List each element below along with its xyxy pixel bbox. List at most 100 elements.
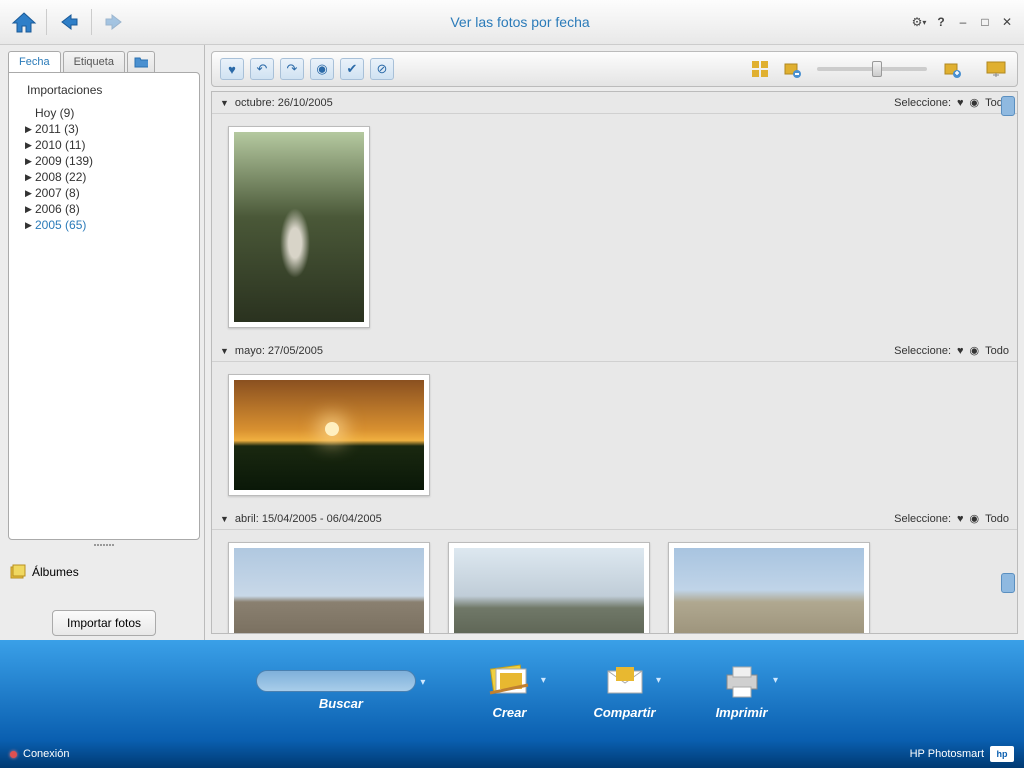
tree-item[interactable]: ▶2005 (65) [17, 217, 191, 233]
tab-fecha[interactable]: Fecha [8, 51, 61, 72]
expand-arrow-icon: ▶ [25, 140, 35, 151]
photo-image [454, 548, 644, 634]
close-button[interactable]: ✕ [998, 13, 1016, 31]
tree-item[interactable]: ▶2009 (139) [17, 153, 191, 169]
main-area: ♥ ↶ ↷ ◉ ✔ ⊘ ▼ octubre: 26/10/2005 [205, 45, 1024, 640]
share-button[interactable]: Compartir ▾ [593, 661, 655, 720]
title-bar: Ver las fotos por fecha ⚙▾ ? – □ ✕ [0, 0, 1024, 45]
hp-logo-icon: hp [990, 746, 1014, 762]
brand: HP Photosmart hp [910, 746, 1014, 762]
photo-thumbnail[interactable] [668, 542, 870, 634]
approve-button[interactable]: ✔ [340, 58, 364, 80]
photo-image [234, 380, 424, 490]
help-button[interactable]: ? [932, 13, 950, 31]
settings-button[interactable]: ⚙▾ [910, 13, 928, 31]
chevron-down-icon[interactable]: ▾ [541, 675, 546, 686]
tag-small-icon[interactable]: ◉ [970, 512, 980, 525]
close-icon: ✕ [1002, 15, 1012, 29]
grid-icon [751, 60, 769, 78]
minimize-button[interactable]: – [954, 13, 972, 31]
share-label: Compartir [593, 705, 655, 720]
rotate-right-button[interactable]: ↷ [280, 58, 304, 80]
collapse-icon[interactable]: ▼ [220, 514, 229, 524]
connection-status-icon [10, 751, 17, 758]
import-photos-button[interactable]: Importar fotos [52, 610, 156, 636]
select-label: Seleccione: [894, 345, 951, 357]
tree-item-label: 2007 (8) [35, 186, 80, 200]
maximize-icon: □ [981, 15, 988, 29]
tree-item[interactable]: ▶2006 (8) [17, 201, 191, 217]
create-button[interactable]: Crear ▾ [485, 661, 533, 720]
resize-handle[interactable] [48, 544, 160, 550]
albums-row[interactable]: Álbumes [8, 558, 200, 586]
search-item: ▾ Buscar [256, 670, 425, 711]
tag-icon: ◉ [316, 61, 327, 77]
tree-item[interactable]: ▶2008 (22) [17, 169, 191, 185]
tree-item-label: 2005 (65) [35, 218, 86, 232]
maximize-button[interactable]: □ [976, 13, 994, 31]
collapse-icon[interactable]: ▼ [220, 98, 229, 108]
tag-small-icon[interactable]: ◉ [970, 96, 980, 109]
group-title: mayo: 27/05/2005 [235, 345, 323, 357]
heart-icon[interactable]: ♥ [957, 513, 964, 525]
zoom-slider[interactable] [817, 67, 927, 71]
photo-thumbnail[interactable] [228, 374, 430, 496]
photo-thumbnail[interactable] [228, 126, 370, 328]
collapse-icon[interactable]: ▼ [220, 346, 229, 356]
slideshow-button[interactable] [983, 58, 1009, 80]
photo-thumbnail[interactable] [228, 542, 430, 634]
zoom-out-icon [783, 60, 801, 78]
share-icon [601, 661, 649, 701]
window-controls: ⚙▾ ? – □ ✕ [910, 13, 1016, 31]
printer-icon [718, 661, 766, 701]
photo-image [234, 548, 424, 634]
forward-button[interactable] [98, 6, 130, 38]
tab-etiqueta[interactable]: Etiqueta [63, 51, 125, 72]
rotate-left-button[interactable]: ↶ [250, 58, 274, 80]
tree-item-label: 2006 (8) [35, 202, 80, 216]
tag-small-icon[interactable]: ◉ [970, 344, 980, 357]
chevron-down-icon[interactable]: ▾ [656, 675, 661, 686]
expand-arrow-icon: ▶ [25, 172, 35, 183]
question-icon: ? [937, 15, 944, 29]
sidebar: Fecha Etiqueta Importaciones Hoy (9)▶201… [0, 45, 205, 640]
chevron-down-icon[interactable]: ▾ [773, 675, 778, 686]
zoom-out-button[interactable] [779, 58, 805, 80]
favorite-button[interactable]: ♥ [220, 58, 244, 80]
back-button[interactable] [53, 6, 85, 38]
heart-icon: ♥ [228, 62, 236, 77]
slider-thumb[interactable] [872, 61, 882, 77]
search-input[interactable] [256, 670, 416, 692]
tag-button[interactable]: ◉ [310, 58, 334, 80]
check-icon: ✔ [347, 61, 358, 77]
gear-icon: ⚙ [912, 15, 923, 29]
grid-view-button[interactable] [747, 58, 773, 80]
tree-item[interactable]: ▶2010 (11) [17, 137, 191, 153]
scroll-marker[interactable] [1001, 96, 1015, 116]
chevron-down-icon[interactable]: ▾ [420, 677, 425, 688]
connection-label: Conexión [23, 748, 69, 760]
scroll-track[interactable] [1001, 92, 1015, 633]
brand-label: HP Photosmart [910, 748, 984, 760]
select-label: Seleccione: [894, 97, 951, 109]
tree-item[interactable]: ▶2007 (8) [17, 185, 191, 201]
reject-button[interactable]: ⊘ [370, 58, 394, 80]
tab-folder[interactable] [127, 51, 155, 72]
expand-arrow-icon: ▶ [25, 188, 35, 199]
tree-item[interactable]: Hoy (9) [17, 105, 191, 121]
scroll-marker[interactable] [1001, 573, 1015, 593]
folder-icon [134, 56, 148, 68]
zoom-in-button[interactable] [939, 58, 965, 80]
tree-item[interactable]: ▶2011 (3) [17, 121, 191, 137]
photo-thumbnail[interactable] [448, 542, 650, 634]
select-label: Seleccione: [894, 513, 951, 525]
status-bar: Conexión HP Photosmart hp [0, 740, 1024, 768]
heart-icon[interactable]: ♥ [957, 345, 964, 357]
prohibit-icon: ⊘ [377, 61, 388, 77]
thumbnail-row [212, 114, 1017, 340]
home-button[interactable] [8, 6, 40, 38]
tree-item-label: Hoy (9) [35, 106, 74, 120]
heart-icon[interactable]: ♥ [957, 97, 964, 109]
print-button[interactable]: Imprimir ▾ [716, 661, 768, 720]
photo-content: ▼ octubre: 26/10/2005 Seleccione: ♥ ◉ To… [211, 91, 1018, 634]
